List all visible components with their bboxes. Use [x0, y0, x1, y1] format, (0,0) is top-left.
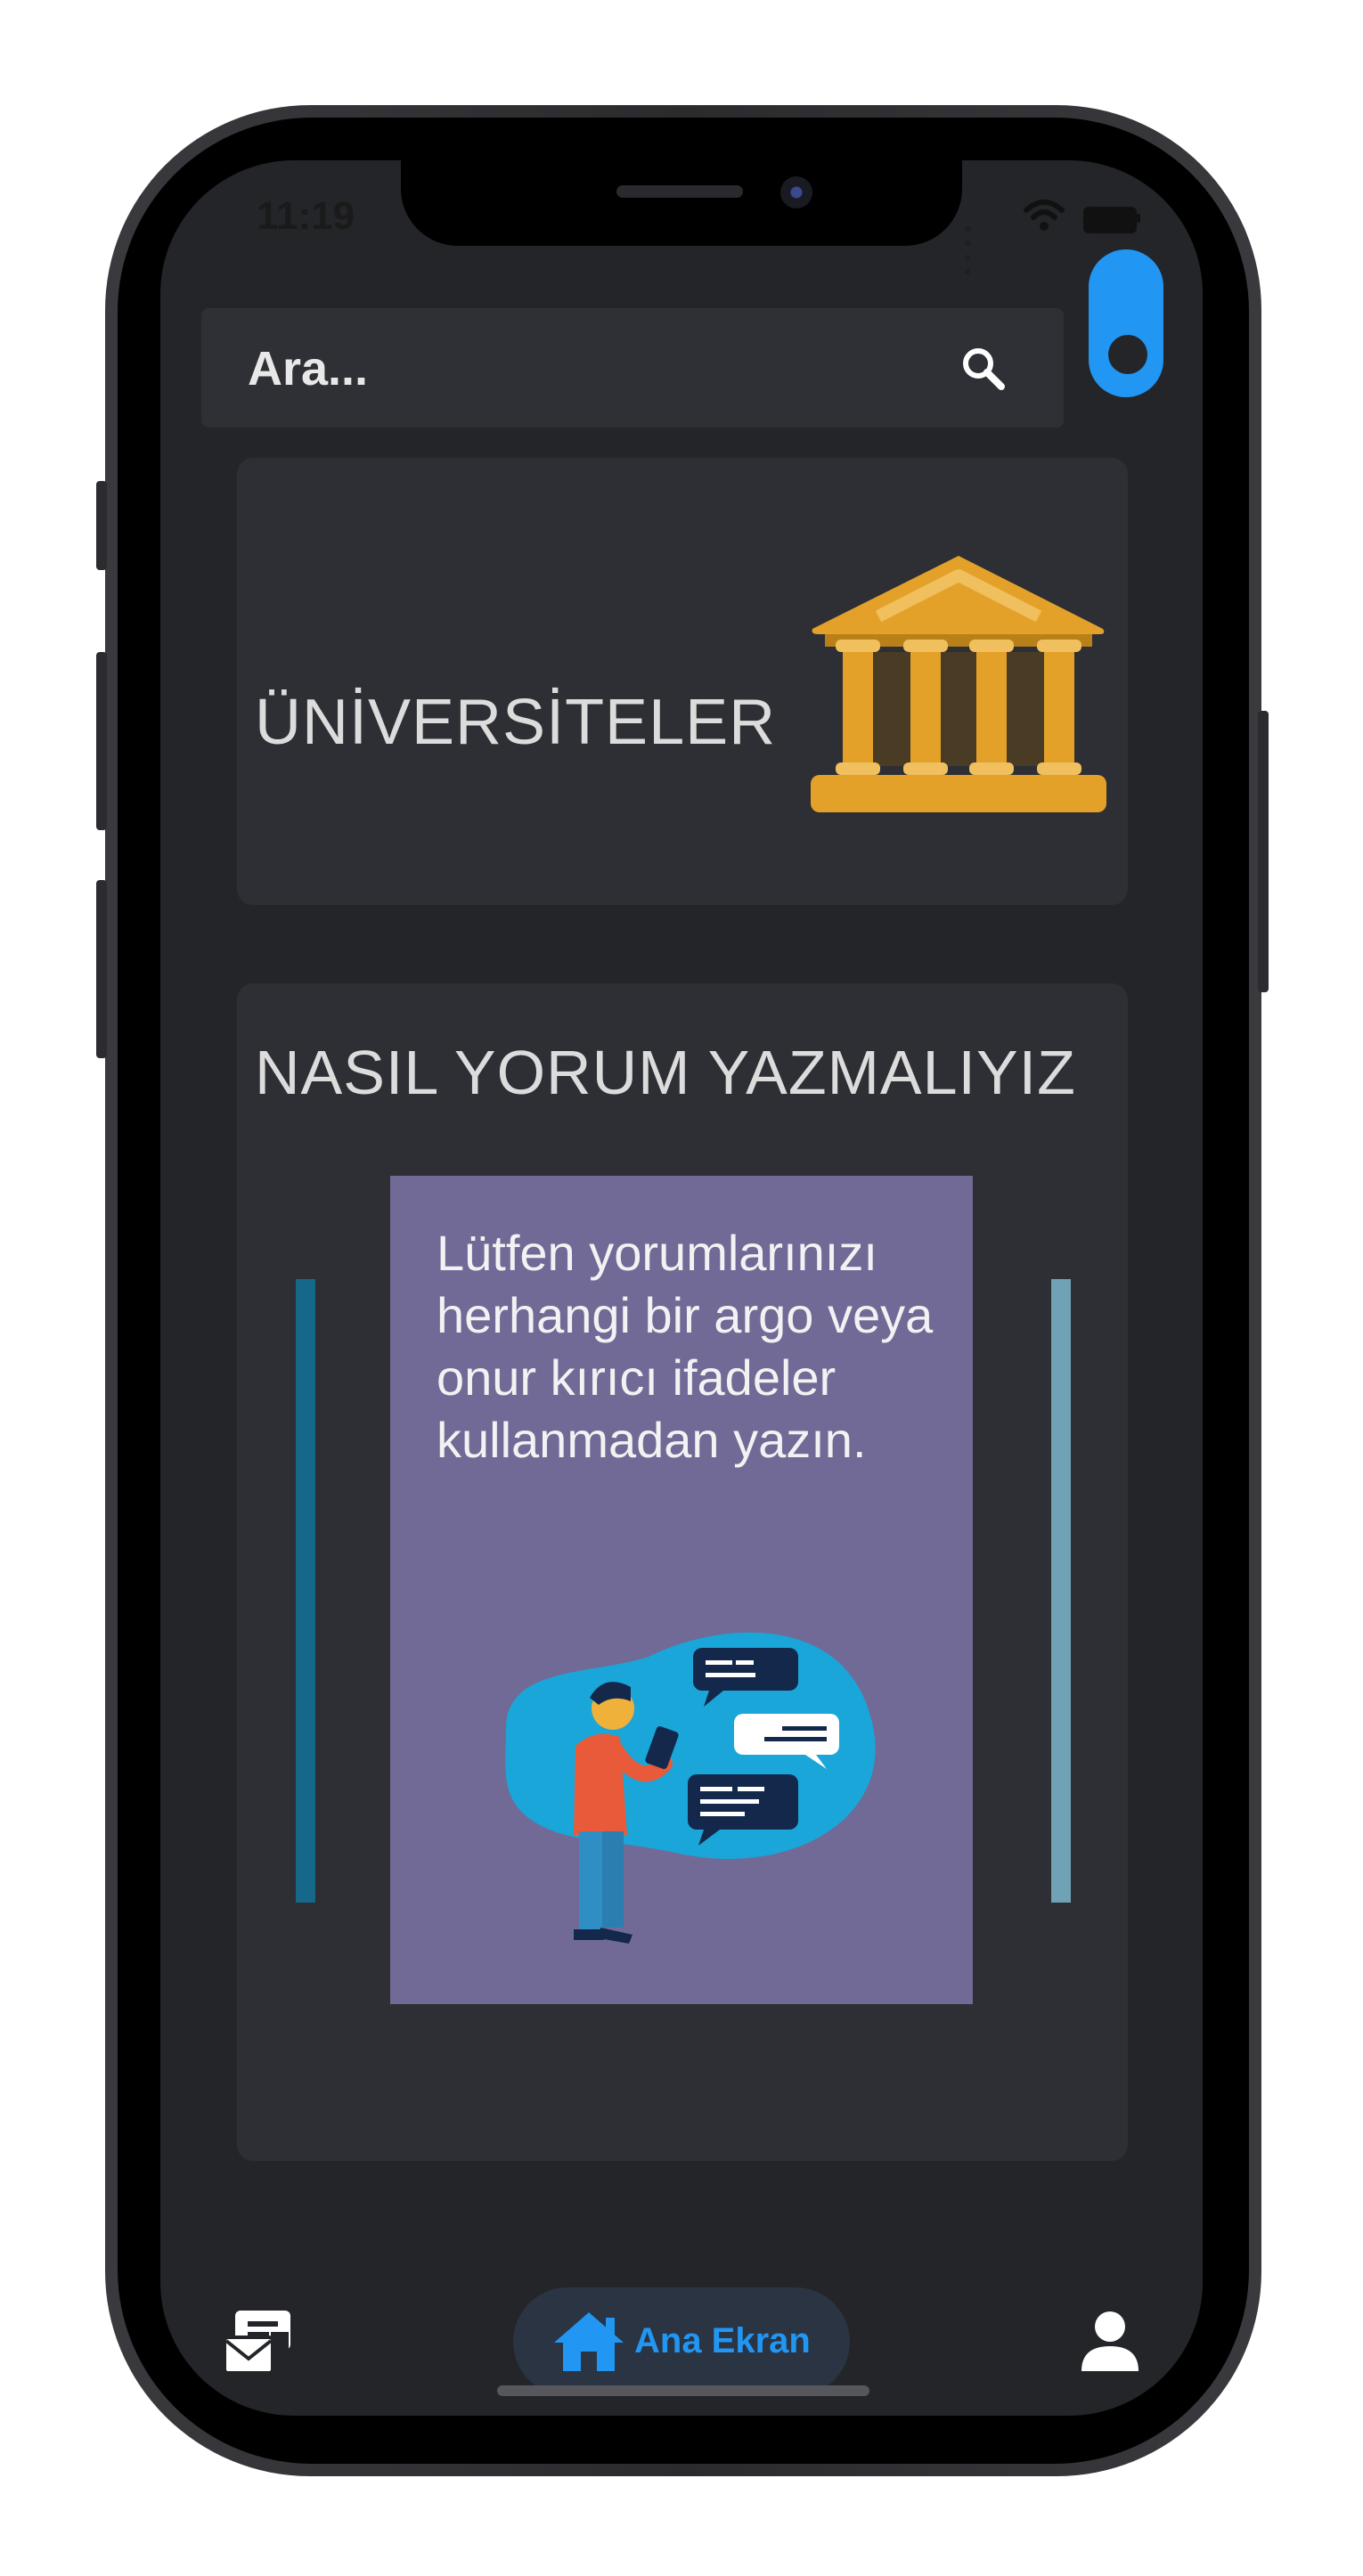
front-camera: [780, 176, 812, 208]
status-time: 11:19: [257, 194, 355, 238]
university-building-icon: [811, 556, 1106, 812]
earpiece-speaker: [616, 185, 743, 198]
battery-cap: [1137, 214, 1140, 223]
power-button: [1258, 711, 1269, 992]
person-reading-chat-illustration: [505, 1632, 876, 1944]
battery-icon: [1083, 207, 1137, 233]
carousel-next-slide[interactable]: [1051, 1279, 1071, 1903]
home-icon: [554, 2312, 624, 2371]
toggle-knob: [1108, 335, 1147, 374]
profile-icon[interactable]: [1078, 2309, 1142, 2373]
silent-switch: [96, 481, 107, 570]
home-indicator: [497, 2385, 869, 2396]
carousel-slide[interactable]: Lütfen yorumlarınızı herhangi bir argo v…: [390, 1176, 973, 2004]
notch: [401, 160, 962, 246]
universities-card[interactable]: ÜNİVERSİTELER: [237, 458, 1128, 905]
search-bar[interactable]: [201, 308, 1064, 428]
messages-icon[interactable]: [221, 2307, 294, 2378]
search-icon[interactable]: [959, 344, 1008, 394]
nav-home-button[interactable]: Ana Ekran: [513, 2287, 850, 2396]
slide-text: Lütfen yorumlarınızı herhangi bir argo v…: [437, 1225, 934, 1468]
carousel-prev-slide[interactable]: [296, 1279, 315, 1903]
bottom-navigation: Ana Ekran: [160, 2262, 1203, 2423]
nav-home-label: Ana Ekran: [634, 2321, 811, 2360]
volume-up-button: [96, 652, 107, 830]
comment-tips-card: NASIL YORUM YAZMALIYIZ Lütfen yorumların…: [237, 983, 1128, 2161]
volume-down-button: [96, 880, 107, 1058]
universities-title: ÜNİVERSİTELER: [255, 687, 777, 758]
wifi-icon: [1024, 200, 1065, 231]
signal-dots-icon: ● ● ● ●: [964, 221, 975, 278]
search-input[interactable]: [246, 338, 926, 399]
theme-toggle[interactable]: [1089, 249, 1163, 397]
comment-tips-title: NASIL YORUM YAZMALIYIZ: [255, 1038, 1076, 1107]
